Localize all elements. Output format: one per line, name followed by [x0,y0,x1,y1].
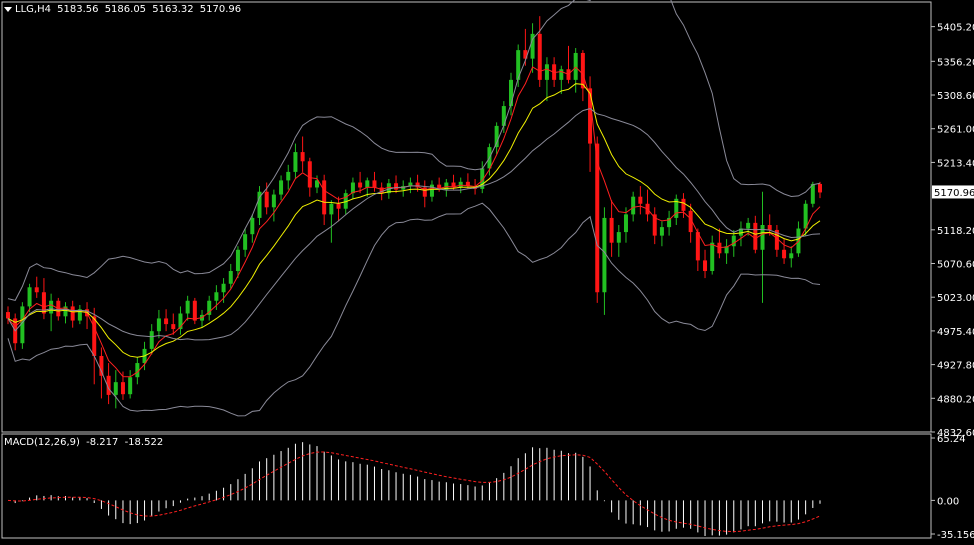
chart-window: 5405.20 5356.20 5308.60 5261.00 5213.40 5118.… [0,0,974,541]
candle-body [149,331,154,349]
dropdown-triangle-icon[interactable] [4,6,12,12]
candle-body [286,171,291,181]
macd-axis-label: 65.24 [937,434,966,445]
candle-body [746,222,751,229]
candle-body [365,180,370,188]
candle-body [264,191,269,208]
candle-body [782,249,787,259]
candle-body [623,214,628,233]
candle-body [789,253,794,259]
candle-body [34,287,39,293]
candle-body [767,224,772,230]
bollinger-middle-band [7,108,821,341]
candle-body [6,312,10,319]
macd-header: MACD(12,26,9) -8.217 -18.522 [4,437,166,449]
candle-body [27,287,32,307]
low-value: 5163.32 [152,4,194,15]
macd-main-value: -8.217 [86,437,119,448]
price-axis-label: 5118.20 [937,226,974,237]
candle-body [300,152,305,162]
open-value: 5183.56 [57,4,99,15]
candle-body [92,316,97,356]
candle-body [760,224,765,250]
candle-body [120,382,125,395]
candle-body [329,203,334,215]
candle-body [631,196,636,215]
candle-body [358,182,363,188]
candle-body [99,355,104,376]
candle-body [372,180,377,188]
candle-body [753,222,758,250]
candle-body [458,181,463,188]
current-price-label: 5170.96 [934,188,974,199]
candle-body [350,182,355,194]
price-axis-label: 5308.60 [937,91,974,102]
candle-body [336,203,341,209]
macd-label: MACD(12,26,9) [4,437,80,448]
candle-body [214,292,219,301]
candle-body [128,377,133,395]
candle-body [559,69,564,80]
candle-body [695,232,700,261]
candle-body [710,242,715,272]
macd-signal-value: -18.522 [124,437,164,448]
price-axis-label: 4927.80 [937,361,974,372]
fast-ma-line [7,66,821,378]
candle-body [113,382,118,395]
candle-body [681,198,686,211]
candle-body [609,217,614,243]
candle-body [293,152,298,172]
candle-body [250,217,255,235]
candle-body [164,318,169,325]
candle-body [279,180,284,195]
candle-body [501,106,506,126]
candle-body [717,242,722,254]
candle-body [307,161,312,188]
price-axis-label: 4880.20 [937,394,974,405]
candle-body [580,52,585,89]
candle-body [322,180,327,215]
candle-body [703,260,708,272]
candle-body [573,52,578,80]
macd-axis-label: -35.156 [937,530,974,541]
candle-body [49,300,54,314]
candle-body [228,271,233,284]
price-axis-label: 5213.40 [937,158,974,169]
candle-body [221,283,226,293]
symbol-header: LLG,H4 5183.56 5186.05 5163.32 5170.96 [4,3,244,17]
candle-body [537,33,542,80]
candle-body [429,184,434,197]
candle-body [616,232,621,243]
price-axis-label: 5405.20 [937,23,974,34]
macd-axis-label: 0.00 [937,496,959,507]
candle-body [235,249,240,272]
price-axis-label: 5023.00 [937,293,974,304]
candle-body [192,300,197,321]
candle-body [394,183,399,190]
candle-body [156,318,161,332]
candle-body [271,194,276,208]
price-axis-label: 5356.20 [937,57,974,68]
candle-body [638,196,643,204]
candle-body [731,235,736,247]
candle-body [659,227,664,236]
symbol-label: LLG,H4 [15,4,51,15]
candle-body [70,306,75,321]
candle-body [185,300,190,314]
candle-body [171,324,176,330]
price-axis-label: 5070.60 [937,260,974,271]
price-axis-label: 5261.00 [937,125,974,136]
price-chart[interactable]: 5405.20 5356.20 5308.60 5261.00 5213.40 5118.… [0,0,974,541]
close-value: 5170.96 [199,4,242,15]
candle-body [243,234,248,250]
price-axis-label: 4975.40 [937,327,974,338]
high-value: 5186.05 [104,4,147,15]
candle-body [544,64,549,80]
slow-ma-line [7,83,821,358]
candle-body [810,183,815,204]
candle-body [818,183,822,193]
